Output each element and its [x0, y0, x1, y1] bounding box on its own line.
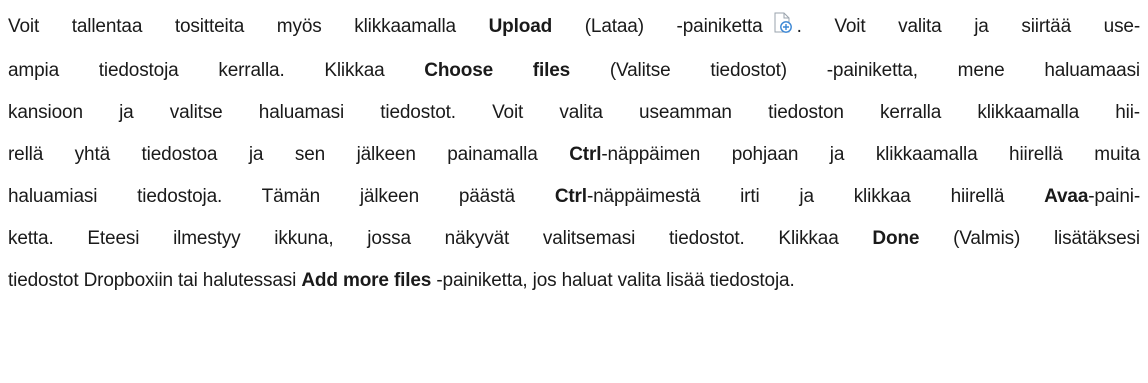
paragraph-line-7: tiedostot Dropboxiin tai halutessasi Add… — [8, 260, 1140, 302]
text-segment: (Valitse tiedostot) -painiketta, mene ha… — [570, 60, 1140, 81]
bold-term-done: Done — [872, 228, 920, 249]
paragraph-line-2: ampia tiedostoja kerralla. Klikkaa Choos… — [8, 50, 1140, 92]
text-segment: ketta. Eteesi ilmestyy ikkuna, jossa näk… — [8, 228, 873, 249]
bold-term-upload: Upload — [488, 16, 553, 37]
text-segment: tiedostot Dropboxiin tai halutessasi — [8, 270, 302, 291]
text-segment: kansioon ja valitse haluamasi tiedostot.… — [8, 102, 1140, 123]
text-segment: -näppäimestä irti ja klikkaa hiirellä — [586, 186, 1045, 207]
instruction-paragraph: Voit tallentaa tositteita myös klikkaama… — [0, 0, 1148, 302]
paragraph-line-4: rellä yhtä tiedostoa ja sen jälkeen pain… — [8, 134, 1140, 176]
text-segment: . Voit valita ja siirtää use- — [796, 16, 1141, 37]
text-segment: -näppäimen pohjaan ja klikkaamalla hiire… — [601, 144, 1141, 165]
text-segment: (Lataa) -painiketta — [552, 16, 763, 37]
text-segment: -paini- — [1088, 186, 1140, 207]
bold-term-add-more-files: Add more files — [301, 270, 432, 291]
paragraph-line-1: Voit tallentaa tositteita myös klikkaama… — [8, 6, 1140, 50]
text-segment: ampia tiedostoja kerralla. Klikkaa — [8, 60, 425, 81]
bold-term-avaa: Avaa — [1044, 186, 1089, 207]
bold-term-choose-files: Choose files — [424, 60, 571, 81]
upload-file-icon — [773, 8, 793, 50]
text-segment: -painiketta, jos haluat valita lisää tie… — [431, 270, 795, 291]
paragraph-line-6: ketta. Eteesi ilmestyy ikkuna, jossa näk… — [8, 218, 1140, 260]
text-segment: Voit tallentaa tositteita myös klikkaama… — [8, 16, 489, 37]
bold-term-ctrl: Ctrl — [554, 186, 587, 207]
bold-term-ctrl: Ctrl — [569, 144, 602, 165]
text-segment: (Valmis) lisätäksesi — [919, 228, 1140, 249]
paragraph-line-3: kansioon ja valitse haluamasi tiedostot.… — [8, 92, 1140, 134]
text-segment: haluamiasi tiedostoja. Tämän jälkeen pää… — [8, 186, 555, 207]
text-segment: rellä yhtä tiedostoa ja sen jälkeen pain… — [8, 144, 570, 165]
paragraph-line-5: haluamiasi tiedostoja. Tämän jälkeen pää… — [8, 176, 1140, 218]
